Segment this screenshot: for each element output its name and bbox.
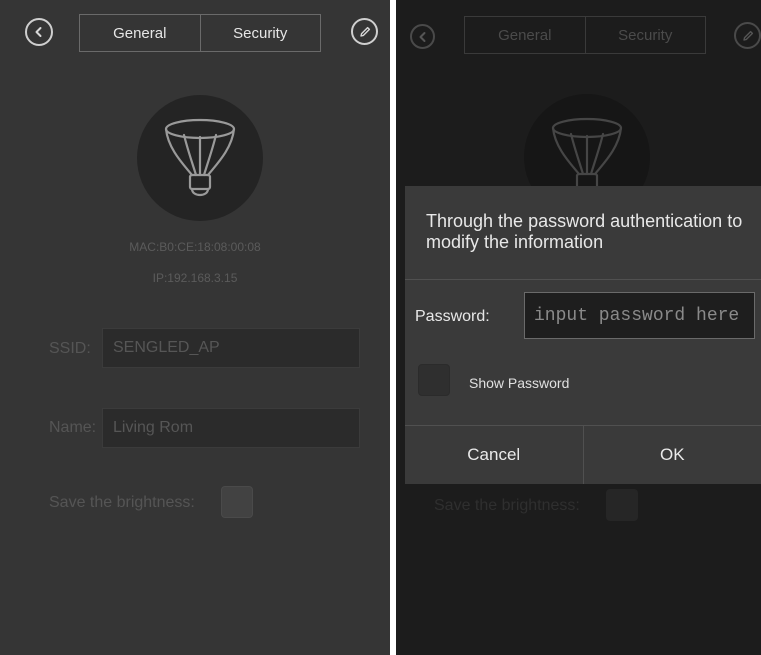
ssid-label: SSID:	[49, 340, 91, 357]
tab-bar: General Security	[464, 16, 706, 54]
cancel-button[interactable]: Cancel	[405, 426, 583, 484]
dialog-title: Through the password authentication to m…	[426, 211, 743, 252]
tab-general[interactable]: General	[465, 17, 585, 53]
edit-button[interactable]	[734, 22, 761, 49]
ok-button[interactable]: OK	[582, 426, 761, 484]
name-label: Name:	[49, 419, 97, 436]
settings-screen-dimmed: General Security Save the brightness: Th…	[396, 0, 761, 655]
save-brightness-checkbox[interactable]	[221, 486, 253, 518]
edit-icon	[359, 26, 370, 37]
show-password-checkbox[interactable]	[418, 364, 450, 396]
password-input[interactable]	[524, 292, 755, 339]
back-button[interactable]	[410, 24, 435, 49]
tab-security[interactable]: Security	[199, 15, 321, 51]
lightbulb-icon	[164, 118, 236, 197]
tab-general[interactable]: General	[80, 15, 200, 51]
ssid-field[interactable]: SENGLED_AP	[102, 328, 360, 368]
ip-address: IP:192.168.3.15	[152, 271, 238, 285]
password-dialog: Through the password authentication to m…	[405, 186, 761, 484]
top-bar: General Security	[0, 0, 390, 66]
back-icon	[419, 31, 425, 42]
show-password-label: Show Password	[469, 375, 570, 391]
password-label: Password:	[415, 308, 490, 325]
divider	[405, 279, 761, 280]
settings-screen: General Security MAC:B0:CE:18:08:00:08 I…	[0, 0, 390, 655]
edit-button[interactable]	[351, 18, 378, 45]
name-field[interactable]: Living Rom	[102, 408, 360, 448]
edit-icon	[742, 30, 753, 41]
save-brightness-label: Save the brightness:	[49, 494, 195, 511]
dialog-buttons: Cancel OK	[405, 425, 761, 484]
tab-security[interactable]: Security	[584, 17, 706, 53]
device-image	[137, 95, 263, 221]
save-brightness-label: Save the brightness:	[434, 497, 580, 514]
mac-address: MAC:B0:CE:18:08:00:08	[129, 240, 261, 254]
tab-bar: General Security	[79, 14, 321, 52]
back-icon	[35, 27, 42, 37]
back-button[interactable]	[25, 18, 53, 46]
save-brightness-checkbox[interactable]	[606, 489, 638, 521]
